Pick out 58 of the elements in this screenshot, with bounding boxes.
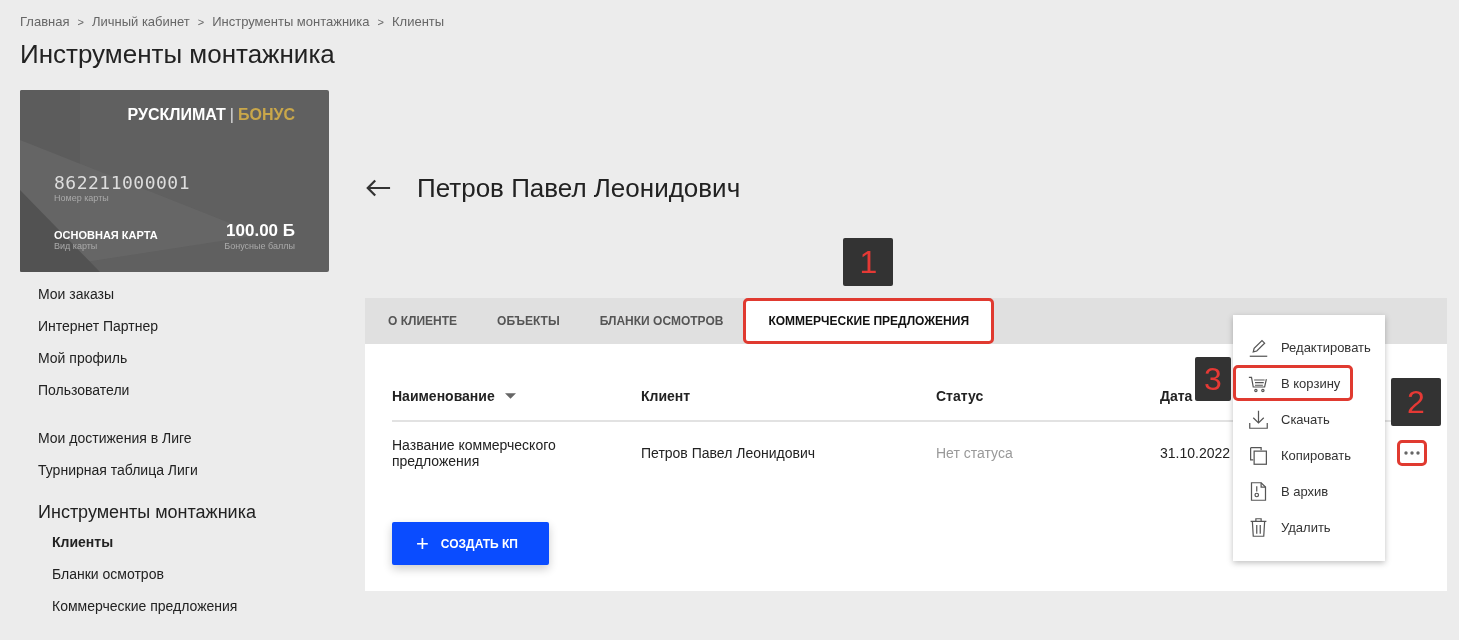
bonus-points: 100.00 Б bbox=[225, 221, 295, 241]
column-header[interactable]: Статус bbox=[936, 388, 984, 404]
table-cell: 31.10.2022 bbox=[1160, 445, 1231, 461]
client-name: Петров Павел Леонидович bbox=[417, 172, 741, 204]
column-header[interactable]: Клиент bbox=[641, 388, 691, 404]
card-brand: РУСКЛИМАТ bbox=[127, 106, 226, 124]
table-cell-text: Название коммерческого предложения bbox=[392, 437, 557, 469]
sidebar-item[interactable]: Мои заказы bbox=[20, 278, 115, 310]
menu-item[interactable]: Копировать bbox=[1233, 437, 1364, 473]
sort-caret-icon[interactable] bbox=[504, 393, 516, 399]
sidebar-subitem[interactable]: Коммерческие предложения bbox=[20, 590, 238, 622]
more-icon bbox=[1404, 451, 1420, 455]
bonus-points-label: Бонусные баллы bbox=[224, 241, 295, 251]
tab[interactable]: КОММЕРЧЕСКИЕ ПРЕДЛОЖЕНИЯ bbox=[743, 298, 994, 344]
back-arrow-icon[interactable] bbox=[365, 178, 391, 198]
more-actions-button[interactable] bbox=[1397, 440, 1427, 466]
menu-item[interactable]: В архив bbox=[1233, 473, 1342, 509]
menu-item[interactable]: Редактировать bbox=[1233, 329, 1384, 365]
step-marker: 2 bbox=[1391, 378, 1441, 426]
column-header[interactable]: Наименование bbox=[392, 388, 495, 404]
sidebar-section-title: Инструменты монтажника bbox=[37, 501, 256, 524]
breadcrumb-separator: > bbox=[377, 15, 384, 28]
sidebar-item[interactable]: Интернет Партнер bbox=[20, 310, 159, 342]
card-brand-separator: | bbox=[229, 106, 234, 124]
table-cell: Нет статуса bbox=[936, 445, 1013, 461]
trash-icon bbox=[1248, 516, 1269, 538]
sidebar-item[interactable]: Мои достижения в Лиге bbox=[20, 422, 192, 454]
column-header[interactable]: Дата bbox=[1160, 388, 1193, 404]
tab[interactable]: О КЛИЕНТЕ bbox=[368, 298, 478, 344]
create-button[interactable]: + СОЗДАТЬ КП bbox=[392, 522, 549, 565]
step-marker: 3 bbox=[1195, 357, 1231, 401]
breadcrumb-link[interactable]: Клиенты bbox=[392, 14, 445, 29]
archive-file-icon bbox=[1248, 480, 1269, 502]
card-number: 862211000001 bbox=[54, 172, 192, 193]
sidebar-item[interactable]: Турнирная таблица Лиги bbox=[20, 454, 198, 486]
tab[interactable]: ОБЪЕКТЫ bbox=[477, 298, 580, 344]
menu-item[interactable]: Удалить bbox=[1233, 509, 1344, 545]
download-icon bbox=[1248, 408, 1269, 430]
sidebar-item[interactable]: Мой профиль bbox=[20, 342, 128, 374]
sidebar-item[interactable]: Пользователи bbox=[20, 374, 130, 406]
sidebar-subitem[interactable]: Клиенты bbox=[20, 526, 114, 558]
breadcrumb-separator: > bbox=[77, 15, 84, 28]
card-program: БОНУС bbox=[238, 106, 295, 124]
sidebar-subitem[interactable]: Бланки осмотров bbox=[20, 558, 164, 590]
breadcrumb-link[interactable]: Личный кабинет bbox=[91, 14, 190, 29]
breadcrumb-link[interactable]: Главная bbox=[20, 14, 70, 29]
card-number-label: Номер карты bbox=[54, 193, 110, 203]
table-cell: Петров Павел Леонидович bbox=[641, 445, 816, 461]
menu-item[interactable]: В корзину bbox=[1233, 365, 1354, 401]
step-marker: 1 bbox=[843, 238, 894, 286]
tab[interactable]: БЛАНКИ ОСМОТРОВ bbox=[579, 298, 744, 344]
page-title: Инструменты монтажника bbox=[20, 39, 336, 70]
card-type: ОСНОВНАЯ КАРТА bbox=[54, 229, 158, 241]
menu-item[interactable]: Скачать bbox=[1233, 401, 1343, 437]
breadcrumb-link[interactable]: Инструменты монтажника bbox=[212, 14, 370, 29]
breadcrumb-separator: > bbox=[197, 15, 205, 28]
copy-icon bbox=[1248, 444, 1269, 466]
card-type-label: Вид карты bbox=[54, 241, 99, 251]
